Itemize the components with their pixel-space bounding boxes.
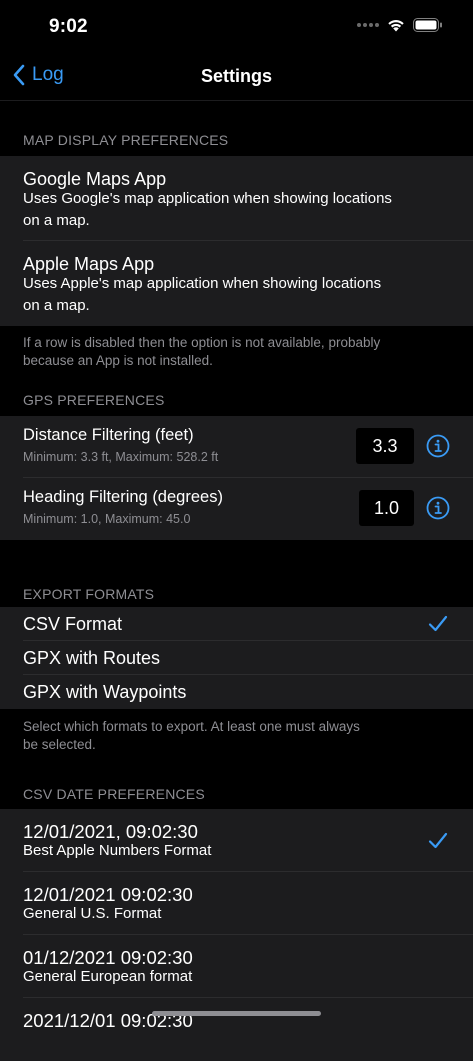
export-option-gpx-waypoints[interactable]: GPX with Waypoints [0, 675, 473, 709]
wifi-icon [388, 20, 404, 32]
section-header-map-display: MAP DISPLAY PREFERENCES [23, 132, 229, 148]
row-title: GPX with Routes [23, 648, 161, 668]
distance-filter-input[interactable]: 3.3 [356, 428, 414, 464]
map-display-footer-line1: If a row is disabled then the option is … [23, 335, 381, 350]
battery-icon [413, 18, 442, 32]
row-subtitle: Minimum: 3.3 ft, Maximum: 528.2 ft [23, 450, 219, 464]
row-subtitle: Best Apple Numbers Format [23, 842, 212, 859]
map-display-footer-line2: because an App is not installed. [23, 353, 213, 368]
export-group: CSV Format GPX with Routes GPX with Wayp… [0, 607, 473, 709]
export-option-csv[interactable]: CSV Format [0, 607, 473, 641]
row-title: Google Maps App [23, 169, 167, 189]
info-icon[interactable] [426, 434, 450, 458]
section-header-export: EXPORT FORMATS [23, 586, 155, 602]
map-option-apple[interactable]: Apple Maps App Uses Apple's map applicat… [0, 241, 473, 326]
map-option-google[interactable]: Google Maps App Uses Google's map applic… [0, 156, 473, 241]
gps-heading-filter-row: Heading Filtering (degrees) Minimum: 1.0… [0, 478, 473, 540]
status-icons [357, 18, 443, 32]
gps-group: Distance Filtering (feet) Minimum: 3.3 f… [0, 416, 473, 540]
csv-date-option-apple-numbers[interactable]: 12/01/2021, 09:02:30 Best Apple Numbers … [0, 809, 473, 872]
row-subtitle-line1: Uses Google's map application when showi… [23, 190, 392, 207]
row-title: Heading Filtering (degrees) [23, 488, 223, 506]
section-header-csv-date: CSV DATE PREFERENCES [23, 786, 205, 802]
csv-date-option-iso[interactable]: 2021/12/01 09:02:30 [0, 998, 473, 1061]
row-subtitle: General European format [23, 968, 193, 985]
page-title: Settings [200, 66, 272, 86]
row-title: CSV Format [23, 614, 123, 634]
row-subtitle: General U.S. Format [23, 905, 162, 922]
heading-filter-input[interactable]: 1.0 [359, 490, 414, 526]
home-indicator [152, 1011, 321, 1016]
cellular-signal-icon [357, 23, 379, 27]
row-subtitle: Minimum: 1.0, Maximum: 45.0 [23, 512, 191, 526]
row-title: Apple Maps App [23, 254, 155, 274]
csv-date-group: 12/01/2021, 09:02:30 Best Apple Numbers … [0, 809, 473, 1061]
section-header-gps: GPS PREFERENCES [23, 392, 165, 408]
navigation-bar: Log Settings [0, 56, 473, 101]
status-bar: 9:02 [0, 0, 473, 56]
checkmark-icon [428, 615, 448, 632]
map-display-group: Google Maps App Uses Google's map applic… [0, 156, 473, 326]
info-icon[interactable] [426, 496, 450, 520]
export-option-gpx-routes[interactable]: GPX with Routes [0, 641, 473, 675]
row-title: Distance Filtering (feet) [23, 426, 194, 444]
export-footer-line2: be selected. [23, 737, 96, 752]
row-title: GPX with Waypoints [23, 682, 187, 702]
settings-list[interactable]: MAP DISPLAY PREFERENCES Google Maps App … [0, 101, 473, 1061]
row-subtitle-line2: on a map. [23, 212, 90, 229]
export-footer-line1: Select which formats to export. At least… [23, 719, 360, 734]
csv-date-option-us[interactable]: 12/01/2021 09:02:30 General U.S. Format [0, 872, 473, 935]
csv-date-option-european[interactable]: 01/12/2021 09:02:30 General European for… [0, 935, 473, 998]
row-subtitle-line2: on a map. [23, 297, 90, 314]
checkmark-icon [428, 832, 448, 849]
status-time: 9:02 [49, 16, 88, 37]
gps-distance-filter-row: Distance Filtering (feet) Minimum: 3.3 f… [0, 416, 473, 478]
row-subtitle-line1: Uses Apple's map application when showin… [23, 275, 382, 292]
